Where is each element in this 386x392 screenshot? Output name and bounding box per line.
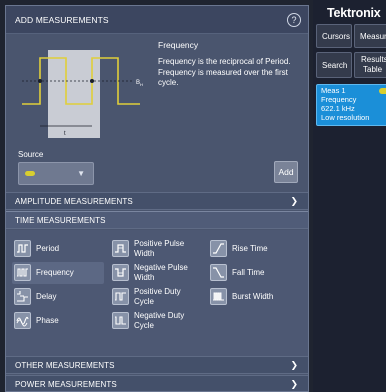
results-table-button[interactable]: Results Table xyxy=(354,52,386,78)
negative-pulse-width-icon xyxy=(112,264,129,281)
label-line-2: Cycle xyxy=(134,296,155,306)
brand-logo: Tektronix xyxy=(327,6,381,20)
frequency-icon xyxy=(14,264,31,281)
measurement-label: Phase xyxy=(36,316,59,325)
positive-duty-cycle-icon xyxy=(112,288,129,305)
section-time-measurements[interactable]: TIME MEASUREMENTS xyxy=(6,211,308,229)
delay-icon xyxy=(14,288,31,305)
rise-time-icon xyxy=(210,240,227,257)
chevron-down-icon: ▼ xyxy=(77,169,85,178)
label-line-2: Width xyxy=(134,248,155,258)
measurement-label: Delay xyxy=(36,292,57,301)
positive-pulse-width-icon xyxy=(112,240,129,257)
badge-title: Meas 1 xyxy=(321,86,346,95)
channel-1-color-icon xyxy=(379,88,386,94)
cursors-label: Cursors xyxy=(322,32,351,41)
search-button[interactable]: Search xyxy=(316,52,352,78)
label-line-1: Negative Pulse xyxy=(134,263,188,272)
measurement-positive-pulse-width[interactable]: Positive Pulse Width xyxy=(110,238,206,260)
negative-duty-cycle-icon xyxy=(112,312,129,329)
measurement-negative-pulse-width[interactable]: Negative Pulse Width xyxy=(110,262,206,284)
measurement-label: Positive Pulse Width xyxy=(134,239,184,258)
section-power-measurements[interactable]: POWER MEASUREMENTS ❯ xyxy=(6,375,308,391)
burst-width-icon xyxy=(210,288,227,305)
measurement-label: Period xyxy=(36,244,60,253)
section-label: TIME MEASUREMENTS xyxy=(15,216,106,225)
measure-label: Measure xyxy=(360,32,386,41)
dialog-title: ADD MEASUREMENTS xyxy=(15,15,109,25)
badge-status: Low resolution xyxy=(321,113,370,122)
frequency-waveform-diagram: B H t xyxy=(22,50,143,138)
chevron-right-icon: ❯ xyxy=(290,360,298,370)
measurement-label: Positive Duty Cycle xyxy=(134,287,181,306)
section-other-measurements[interactable]: OTHER MEASUREMENTS ❯ xyxy=(6,356,308,374)
measurement-label: Burst Width xyxy=(232,292,274,301)
help-icon[interactable]: ? xyxy=(287,13,301,27)
chevron-right-icon: ❯ xyxy=(290,196,298,206)
add-button[interactable]: Add xyxy=(274,161,298,183)
label-line-2: Width xyxy=(134,272,155,282)
measurement-label: Negative Pulse Width xyxy=(134,263,188,282)
measurement-preview: B H t xyxy=(18,40,146,146)
measurement-negative-duty-cycle[interactable]: Negative Duty Cycle xyxy=(110,310,206,332)
measurement-label: Frequency xyxy=(36,268,74,277)
badge-value: 622.1 kHz xyxy=(321,104,355,113)
period-icon xyxy=(14,240,31,257)
label-line-1: Negative Duty xyxy=(134,311,185,320)
measurement-rise-time[interactable]: Rise Time xyxy=(208,238,298,260)
source-dropdown[interactable]: ▼ xyxy=(18,162,94,185)
search-label: Search xyxy=(322,61,348,70)
preview-level-sub: H xyxy=(140,82,143,87)
add-measurements-dialog: ADD MEASUREMENTS ? B H t Frequency Frequ… xyxy=(5,5,309,392)
measurement-label: Fall Time xyxy=(232,268,265,277)
description-text: Frequency is the reciprocal of Period. F… xyxy=(158,57,291,87)
cursors-button[interactable]: Cursors xyxy=(316,24,352,48)
results-label-line-1: Results xyxy=(361,55,386,64)
section-label: OTHER MEASUREMENTS xyxy=(15,361,115,370)
fall-time-icon xyxy=(210,264,227,281)
label-line-1: Positive Duty xyxy=(134,287,181,296)
measurement-badge[interactable]: Meas 1 Frequency 622.1 kHz Low resolutio… xyxy=(316,84,386,126)
badge-measurement-name: Frequency xyxy=(321,95,357,104)
measurement-positive-duty-cycle[interactable]: Positive Duty Cycle xyxy=(110,286,206,308)
channel-1-color-icon xyxy=(25,171,35,176)
measurement-label: Negative Duty Cycle xyxy=(134,311,184,330)
source-label: Source xyxy=(18,150,44,159)
time-measurements-panel: Period Frequency Delay Phase Positive Pu… xyxy=(6,230,308,360)
section-amplitude-measurements[interactable]: AMPLITUDE MEASUREMENTS ❯ xyxy=(6,192,308,210)
label-line-2: Cycle xyxy=(134,320,155,330)
measurement-burst-width[interactable]: Burst Width xyxy=(208,286,298,308)
measurement-label: Rise Time xyxy=(232,244,268,253)
measurement-frequency[interactable]: Frequency xyxy=(12,262,104,284)
measurement-period[interactable]: Period xyxy=(12,238,102,260)
dialog-header: ADD MEASUREMENTS ? xyxy=(6,6,308,34)
measurement-phase[interactable]: Phase xyxy=(12,310,102,332)
measure-button[interactable]: Measure xyxy=(354,24,386,48)
section-label: AMPLITUDE MEASUREMENTS xyxy=(15,197,133,206)
section-label: POWER MEASUREMENTS xyxy=(15,380,117,389)
chevron-right-icon: ❯ xyxy=(290,379,298,389)
measurement-delay[interactable]: Delay xyxy=(12,286,102,308)
measurement-fall-time[interactable]: Fall Time xyxy=(208,262,298,284)
phase-icon xyxy=(14,312,31,329)
results-label-line-2: Table xyxy=(363,65,383,74)
label-line-1: Positive Pulse xyxy=(134,239,185,248)
description-title: Frequency xyxy=(158,40,199,50)
